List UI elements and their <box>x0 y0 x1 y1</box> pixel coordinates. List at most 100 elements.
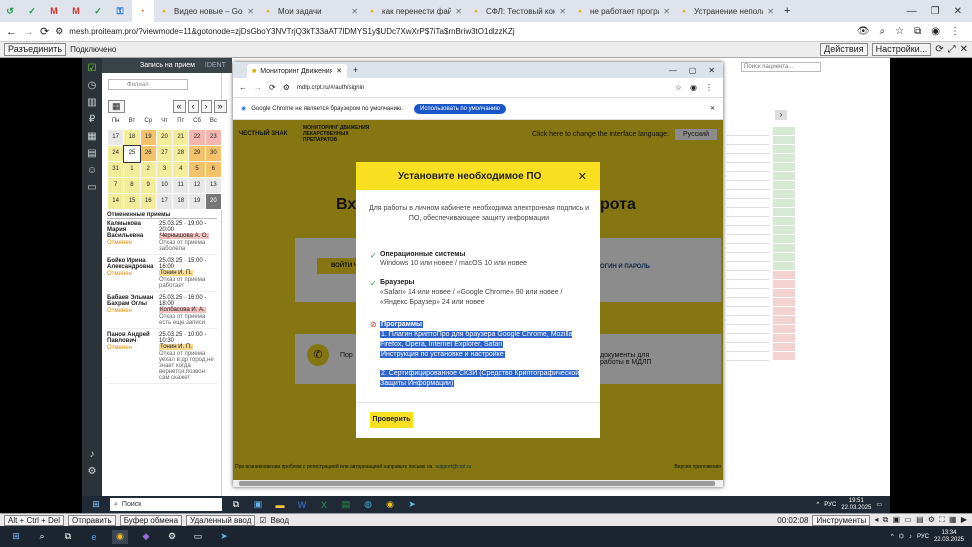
extensions-icon[interactable]: ⧉ <box>914 26 921 37</box>
schedule-slot[interactable] <box>727 244 769 253</box>
warehouse-icon[interactable]: ▦ <box>82 128 102 145</box>
calendar-day[interactable]: 14 <box>106 193 125 210</box>
calendar-day[interactable]: 22 <box>188 129 206 146</box>
calendar-day[interactable]: 8 <box>123 177 141 194</box>
host-tab[interactable]: M <box>66 0 88 22</box>
remote-input-button[interactable]: Удаленный ввод <box>186 514 256 526</box>
win-maximize-icon[interactable]: ▢ <box>689 66 697 75</box>
calendar-day[interactable]: 15 <box>123 193 141 210</box>
host-tab[interactable]: ✓ <box>22 0 44 22</box>
schedule-slot[interactable] <box>727 343 769 352</box>
host-tab[interactable]: ▪ Мои задачи ✕ <box>258 0 362 22</box>
calendar-day[interactable]: 18 <box>172 193 190 210</box>
browser-url[interactable]: mdlp.crpt.ru/#/auth/signin <box>297 85 364 91</box>
time-slot[interactable] <box>773 343 795 352</box>
zoom-icon[interactable]: ⌕ <box>880 26 886 37</box>
time-slot[interactable] <box>773 298 795 307</box>
terminal-icon[interactable]: ▭ <box>190 530 206 544</box>
win-close-icon[interactable]: ✕ <box>708 66 715 75</box>
host-tab-close-icon[interactable]: ✕ <box>247 7 254 16</box>
host-tab[interactable]: ◔ <box>132 0 154 22</box>
win-minimize-icon[interactable]: — <box>669 66 677 75</box>
calendar-day[interactable]: 16 <box>139 193 157 210</box>
bell-icon[interactable]: ♪ <box>82 446 102 463</box>
time-slot[interactable] <box>773 316 795 325</box>
calendar-day[interactable]: 6 <box>204 161 223 178</box>
calendar-day[interactable]: 26 <box>139 145 157 162</box>
scroll-right-icon[interactable]: › <box>775 110 787 120</box>
clipboard-button[interactable]: Буфер обмена <box>119 514 183 526</box>
remote-notify-icon[interactable]: ▭ <box>876 501 882 508</box>
time-slot[interactable] <box>773 325 795 334</box>
time-slot[interactable] <box>773 352 795 361</box>
remote-lang[interactable]: РУС <box>824 502 836 508</box>
check-button[interactable]: Проверить <box>370 412 413 428</box>
host-lang[interactable]: РУС <box>917 534 929 540</box>
calendar-day[interactable]: 3 <box>155 161 174 178</box>
schedule-slot[interactable] <box>727 280 769 289</box>
schedule-slot[interactable] <box>727 352 769 361</box>
calendar-day[interactable]: 31 <box>106 161 125 178</box>
browser-back-icon[interactable]: ← <box>239 83 247 92</box>
host-tab-close-icon[interactable]: ✕ <box>559 7 566 16</box>
schedule-slot[interactable] <box>727 181 769 190</box>
time-slot[interactable] <box>773 127 795 136</box>
cancelled-item[interactable]: Панов Андрей Павлович Отменен 25.03.25 · 1… <box>107 332 217 384</box>
word-icon[interactable]: W <box>294 498 310 512</box>
calendar-day[interactable]: 17 <box>106 129 125 146</box>
settings-button[interactable]: Настройки... <box>871 43 932 56</box>
ie-icon[interactable]: e <box>86 530 102 544</box>
calendar-grid-icon[interactable]: ▦ <box>108 100 125 113</box>
analytics-icon[interactable]: ▤ <box>82 145 102 162</box>
calendar-day[interactable]: 1 <box>123 161 141 178</box>
time-slot[interactable] <box>773 217 795 226</box>
time-slot[interactable] <box>773 289 795 298</box>
calendar-day[interactable]: 19 <box>139 129 157 146</box>
time-slot[interactable] <box>773 136 795 145</box>
host-tab[interactable]: ▪ СФЛ: Тестовый контур✕ <box>466 0 570 22</box>
telegram-taskbar-icon[interactable]: ➤ <box>216 530 232 544</box>
schedule-slot[interactable] <box>727 145 769 154</box>
host-tab[interactable]: M <box>44 0 66 22</box>
calendar-day[interactable]: 5 <box>188 161 206 178</box>
calendar-day[interactable]: 25 <box>122 144 142 163</box>
profile-avatar[interactable]: ◉ <box>931 26 940 37</box>
cryptopro-plugin-link[interactable]: 1. Плагин КриптоПро для браузера Google … <box>380 331 573 348</box>
browser-forward-icon[interactable]: → <box>254 83 262 92</box>
reload-icon[interactable]: ⟳ <box>40 25 49 38</box>
calendar-day[interactable]: 20 <box>204 193 223 210</box>
time-slot[interactable] <box>773 199 795 208</box>
taskview-icon[interactable]: ⧉ <box>228 498 244 512</box>
schedule-slot[interactable] <box>727 298 769 307</box>
menu-icon[interactable]: ⋮ <box>950 26 960 37</box>
filial-select[interactable]: Филиал <box>108 79 188 90</box>
schedule-slot[interactable] <box>727 208 769 217</box>
calendar-day[interactable]: 24 <box>106 145 125 162</box>
schedule-slot[interactable] <box>727 136 769 145</box>
time-slot[interactable] <box>773 154 795 163</box>
bookmark-star-icon[interactable]: ☆ <box>895 26 904 37</box>
browser-site-info-icon[interactable]: ⚙ <box>283 83 290 92</box>
ident-app-icon[interactable]: ▣ <box>250 498 266 512</box>
clock-icon[interactable]: ◷ <box>82 77 102 94</box>
host-tab-close-icon[interactable]: ✕ <box>767 7 774 16</box>
calendar-day[interactable]: 13 <box>204 177 223 194</box>
rdp-close-icon[interactable]: ✕ <box>960 44 968 55</box>
browser-tab[interactable]: ■ Мониторинг Движения Лекс ✕ <box>247 64 347 78</box>
schedule-slot[interactable] <box>727 253 769 262</box>
calendar-day[interactable]: 30 <box>204 145 223 162</box>
calendar-day[interactable]: 2 <box>139 161 157 178</box>
calendar-day[interactable]: 20 <box>155 129 174 146</box>
host-tab-close-icon[interactable]: ✕ <box>663 7 670 16</box>
volume-icon[interactable]: ♪ <box>909 534 912 540</box>
close-icon[interactable]: ✕ <box>954 6 962 17</box>
back-icon[interactable]: ← <box>6 26 17 38</box>
forward-icon[interactable]: → <box>23 26 34 38</box>
settings-gear-icon[interactable]: ⚙ <box>164 530 180 544</box>
schedule-slot[interactable] <box>727 271 769 280</box>
browser-star-icon[interactable]: ☆ <box>675 83 682 92</box>
schedule-slot[interactable] <box>727 262 769 271</box>
host-tab[interactable]: ⚿ <box>110 0 132 22</box>
maximize-icon[interactable]: ❐ <box>931 6 940 17</box>
calendar-day[interactable]: 9 <box>139 177 157 194</box>
